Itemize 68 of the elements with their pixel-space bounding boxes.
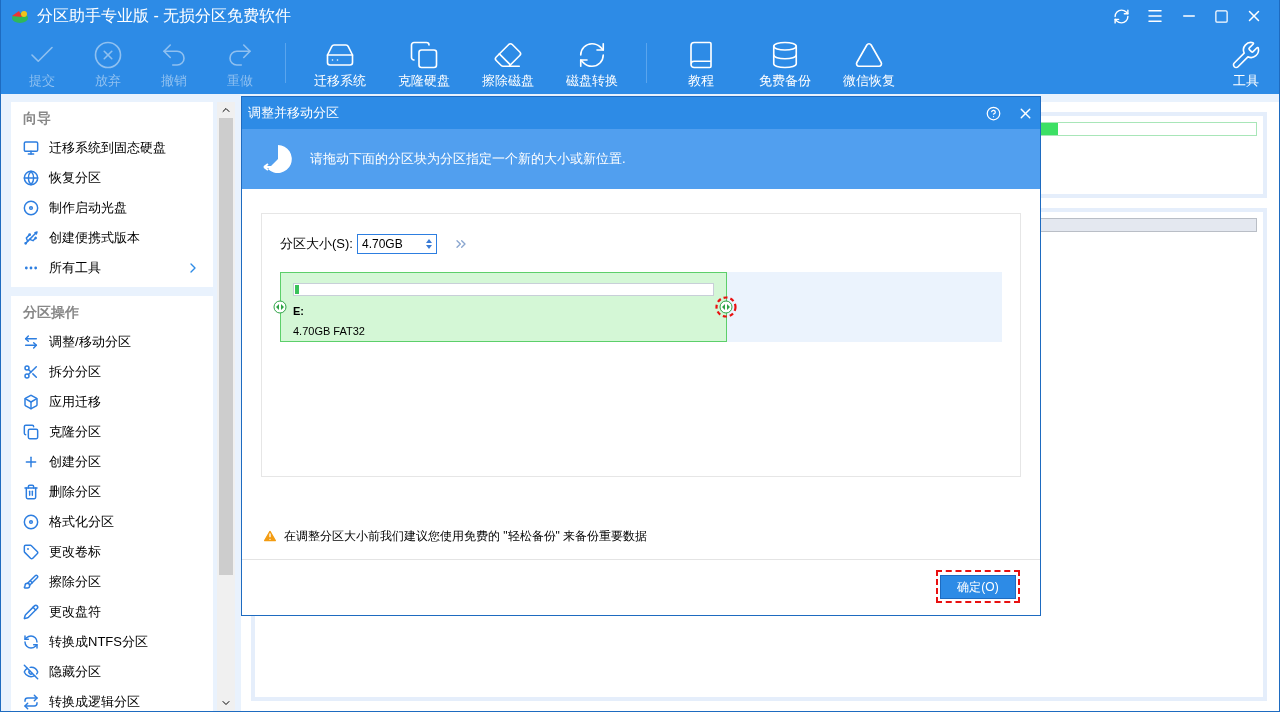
warning-icon (262, 528, 278, 544)
refresh-icon[interactable] (1113, 7, 1130, 25)
usb-icon (23, 230, 39, 246)
partition-letter: E: (293, 304, 304, 319)
wrench-icon (1231, 39, 1261, 70)
section-title: 向导 (22, 109, 52, 128)
sidebar-item[interactable]: 恢复分区 (11, 163, 213, 193)
toolbar-button[interactable]: 克隆硬盘 (382, 33, 466, 93)
toolbar-button[interactable]: 教程 (659, 33, 743, 93)
window-title: 分区助手专业版 - 无损分区免费软件 (37, 6, 292, 26)
sidebar-item[interactable]: 擦除分区 (11, 567, 213, 597)
banner-text: 请拖动下面的分区块为分区指定一个新的大小或新位置. (310, 150, 626, 169)
section-title: 分区操作 (22, 303, 80, 322)
sidebar-item[interactable]: 转换成逻辑分区 (11, 687, 213, 711)
sidebar-item[interactable]: 制作启动光盘 (11, 193, 213, 223)
spinner-icon[interactable] (424, 237, 433, 251)
right-handle-icon[interactable] (715, 296, 737, 318)
help-icon[interactable] (986, 105, 1001, 121)
sidebar-item[interactable]: 所有工具 (11, 253, 213, 283)
sidebar-item[interactable]: 隐藏分区 (11, 657, 213, 687)
repeat-icon (23, 694, 39, 710)
toolbar-button[interactable]: 免费备份 (743, 33, 827, 93)
resize-icon (23, 334, 39, 350)
tag-icon (23, 544, 39, 560)
maximize-icon[interactable] (1214, 8, 1229, 24)
sidebar-item[interactable]: 迁移系统到固态硬盘 (11, 133, 213, 163)
pencil-icon (23, 604, 39, 620)
plus-icon (23, 454, 39, 470)
left-handle-icon[interactable] (273, 300, 287, 314)
clone-drive-icon (409, 39, 439, 70)
toolbar-button[interactable]: 迁移系统 (298, 33, 382, 93)
hidden-icon (23, 664, 39, 680)
sidebar-item[interactable]: 拆分分区 (11, 357, 213, 387)
toolbar-button[interactable]: 磁盘转换 (550, 33, 634, 93)
sidebar-item[interactable]: 创建便携式版本 (11, 223, 213, 253)
clone-icon (23, 424, 39, 440)
sidebar-item[interactable]: 创建分区 (11, 447, 213, 477)
size-field[interactable]: 4.70GB (356, 234, 437, 254)
convert-icon (23, 634, 39, 650)
sidebar-item[interactable]: 更改卷标 (11, 537, 213, 567)
sidebar-item[interactable]: 格式化分区 (11, 507, 213, 537)
menu-icon[interactable] (1146, 7, 1164, 25)
box-icon (23, 394, 39, 410)
app-logo-icon (9, 8, 29, 24)
disc-icon (23, 200, 39, 216)
sidebar-item[interactable]: 克隆分区 (11, 417, 213, 447)
partition-info: 4.70GB FAT32 (293, 323, 365, 339)
size-label: 分区大小(S): (280, 235, 353, 254)
sidebar-item[interactable]: 删除分区 (11, 477, 213, 507)
ok-button[interactable]: 确定(O) (940, 575, 1016, 599)
sidebar-item[interactable]: 调整/移动分区 (11, 327, 213, 357)
scrollbar[interactable] (217, 102, 235, 711)
toolbar-button[interactable]: 擦除磁盘 (466, 33, 550, 93)
dialog-title: 调整并移动分区 (248, 104, 339, 123)
sidebar-item[interactable]: 转换成NTFS分区 (11, 627, 213, 657)
warning-text: 在调整分区大小前我们建议您使用免费的 "轻松备份" 来备份重要数据 (284, 528, 648, 545)
cancel-icon (93, 39, 123, 70)
sidebar-item[interactable]: 更改盘符 (11, 597, 213, 627)
drive-icon (23, 140, 39, 156)
sidebar-item[interactable]: 应用迁移 (11, 387, 213, 417)
partition-block[interactable]: E: 4.70GB FAT32 (280, 272, 727, 342)
brush-icon (23, 574, 39, 590)
database-icon (770, 39, 800, 70)
split-icon (23, 364, 39, 380)
toolbar-button[interactable]: 微信恢复 (827, 33, 911, 93)
trash-icon (23, 484, 39, 500)
resize-partition-icon (262, 143, 294, 175)
toolbar-button[interactable]: 工具 (1221, 33, 1271, 93)
